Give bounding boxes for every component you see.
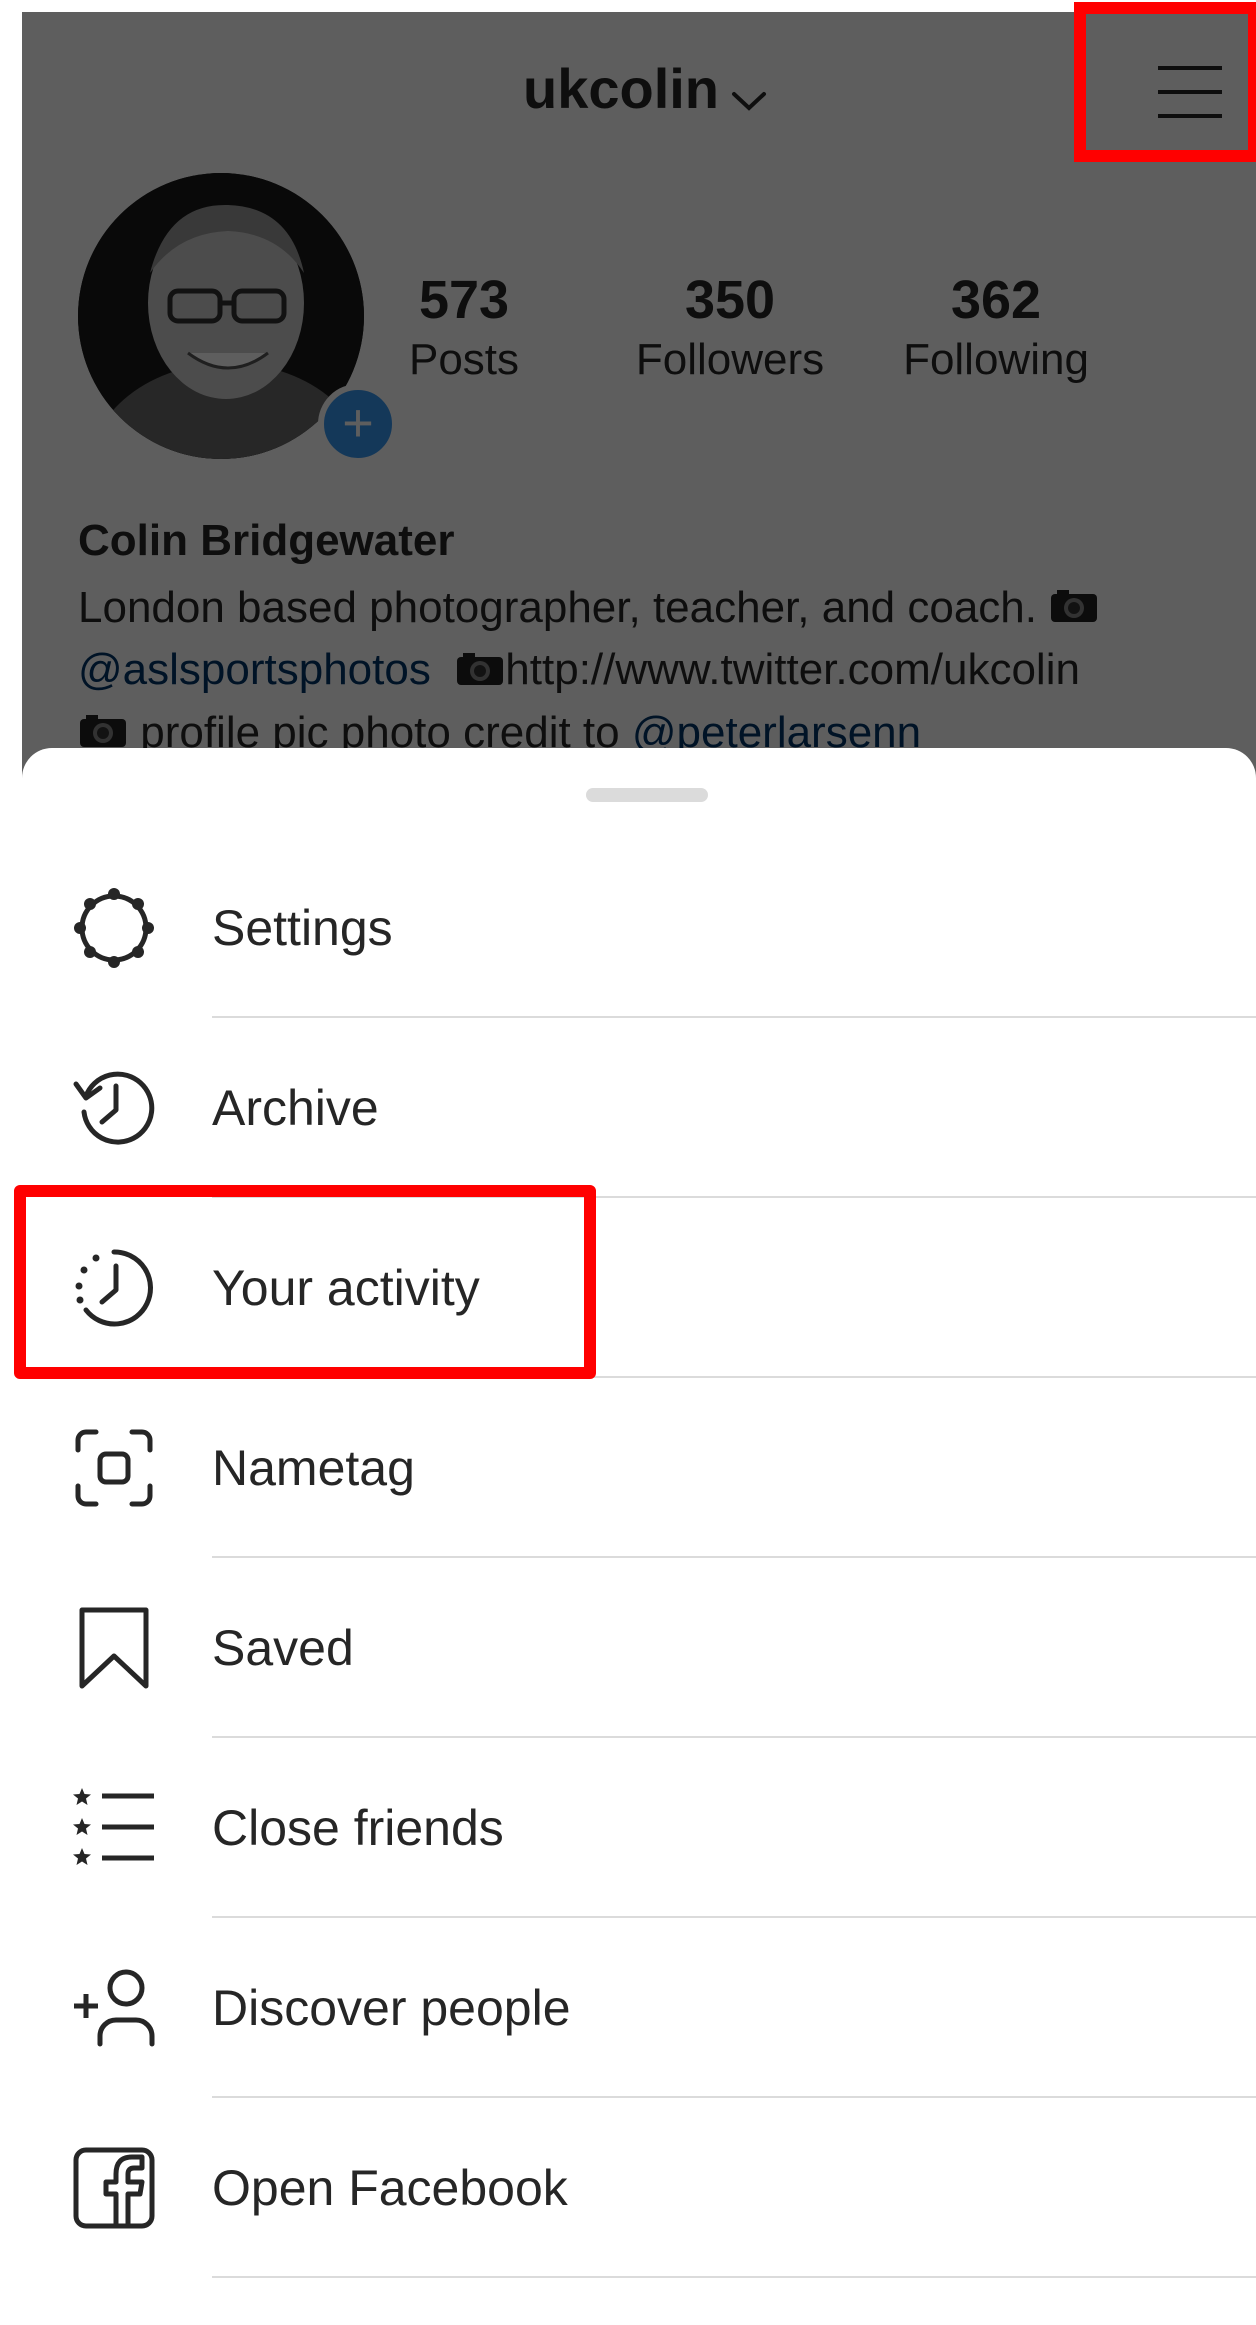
settings-gear-icon [74,888,154,968]
following-stat[interactable]: 362 Following [886,268,1106,388]
nametag-scan-icon [75,1429,153,1507]
menu-item-close-friends[interactable]: Close friends [22,1738,1256,1918]
options-bottom-sheet: Settings Archive Your activity Nametag S… [22,748,1256,2325]
add-person-icon [74,1969,155,2047]
chevron-down-icon [731,61,767,126]
menu-item-label: Saved [212,1620,354,1676]
following-label: Following [903,335,1089,384]
facebook-icon [73,2147,155,2229]
menu-item-archive[interactable]: Archive [22,1018,1256,1198]
followers-stat[interactable]: 350 Followers [620,268,840,388]
profile-header: ukcolin [22,12,1256,172]
bio-mention-link[interactable]: @aslsportsphotos [78,645,431,694]
menu-item-nametag[interactable]: Nametag [22,1378,1256,1558]
camera-emoji-icon [455,643,505,703]
menu-item-label: Discover people [212,1980,571,2036]
camera-emoji-icon [1049,580,1099,640]
your-activity-highlight-box [14,1185,596,1379]
menu-button-highlight-box [1074,2,1256,162]
followers-label: Followers [635,335,825,384]
menu-item-open-facebook[interactable]: Open Facebook [22,2098,1256,2278]
menu-item-saved[interactable]: Saved [22,1558,1256,1738]
bio-line-1: London based photographer, teacher, and … [78,583,1037,632]
followers-count: 350 [684,270,776,330]
archive-history-icon [73,1071,155,1145]
posts-stat[interactable]: 573 Posts [354,268,574,388]
menu-item-label: Nametag [212,1440,415,1496]
add-story-button[interactable]: + [318,384,398,464]
posts-label: Posts [408,335,520,384]
menu-item-label: Open Facebook [212,2160,568,2216]
posts-count: 573 [418,270,510,330]
username-label: ukcolin [522,57,720,120]
username-switcher[interactable]: ukcolin [22,56,1256,126]
sheet-drag-handle[interactable] [586,788,708,802]
menu-item-label: Settings [212,900,393,956]
profile-bio: London based photographer, teacher, and … [78,578,1099,765]
menu-item-label: Close friends [212,1800,504,1856]
bio-twitter-link[interactable]: http://www.twitter.com/ukcolin [505,645,1080,694]
menu-item-settings[interactable]: Settings [22,838,1256,1018]
profile-full-name: Colin Bridgewater [78,516,455,565]
star-list-icon [73,1788,154,1865]
following-count: 362 [950,270,1042,330]
bookmark-icon [79,1607,149,1689]
page-left-margin [0,0,22,2325]
divider [212,2276,1256,2278]
menu-item-label: Archive [212,1080,379,1136]
menu-item-discover-people[interactable]: Discover people [22,1918,1256,2098]
